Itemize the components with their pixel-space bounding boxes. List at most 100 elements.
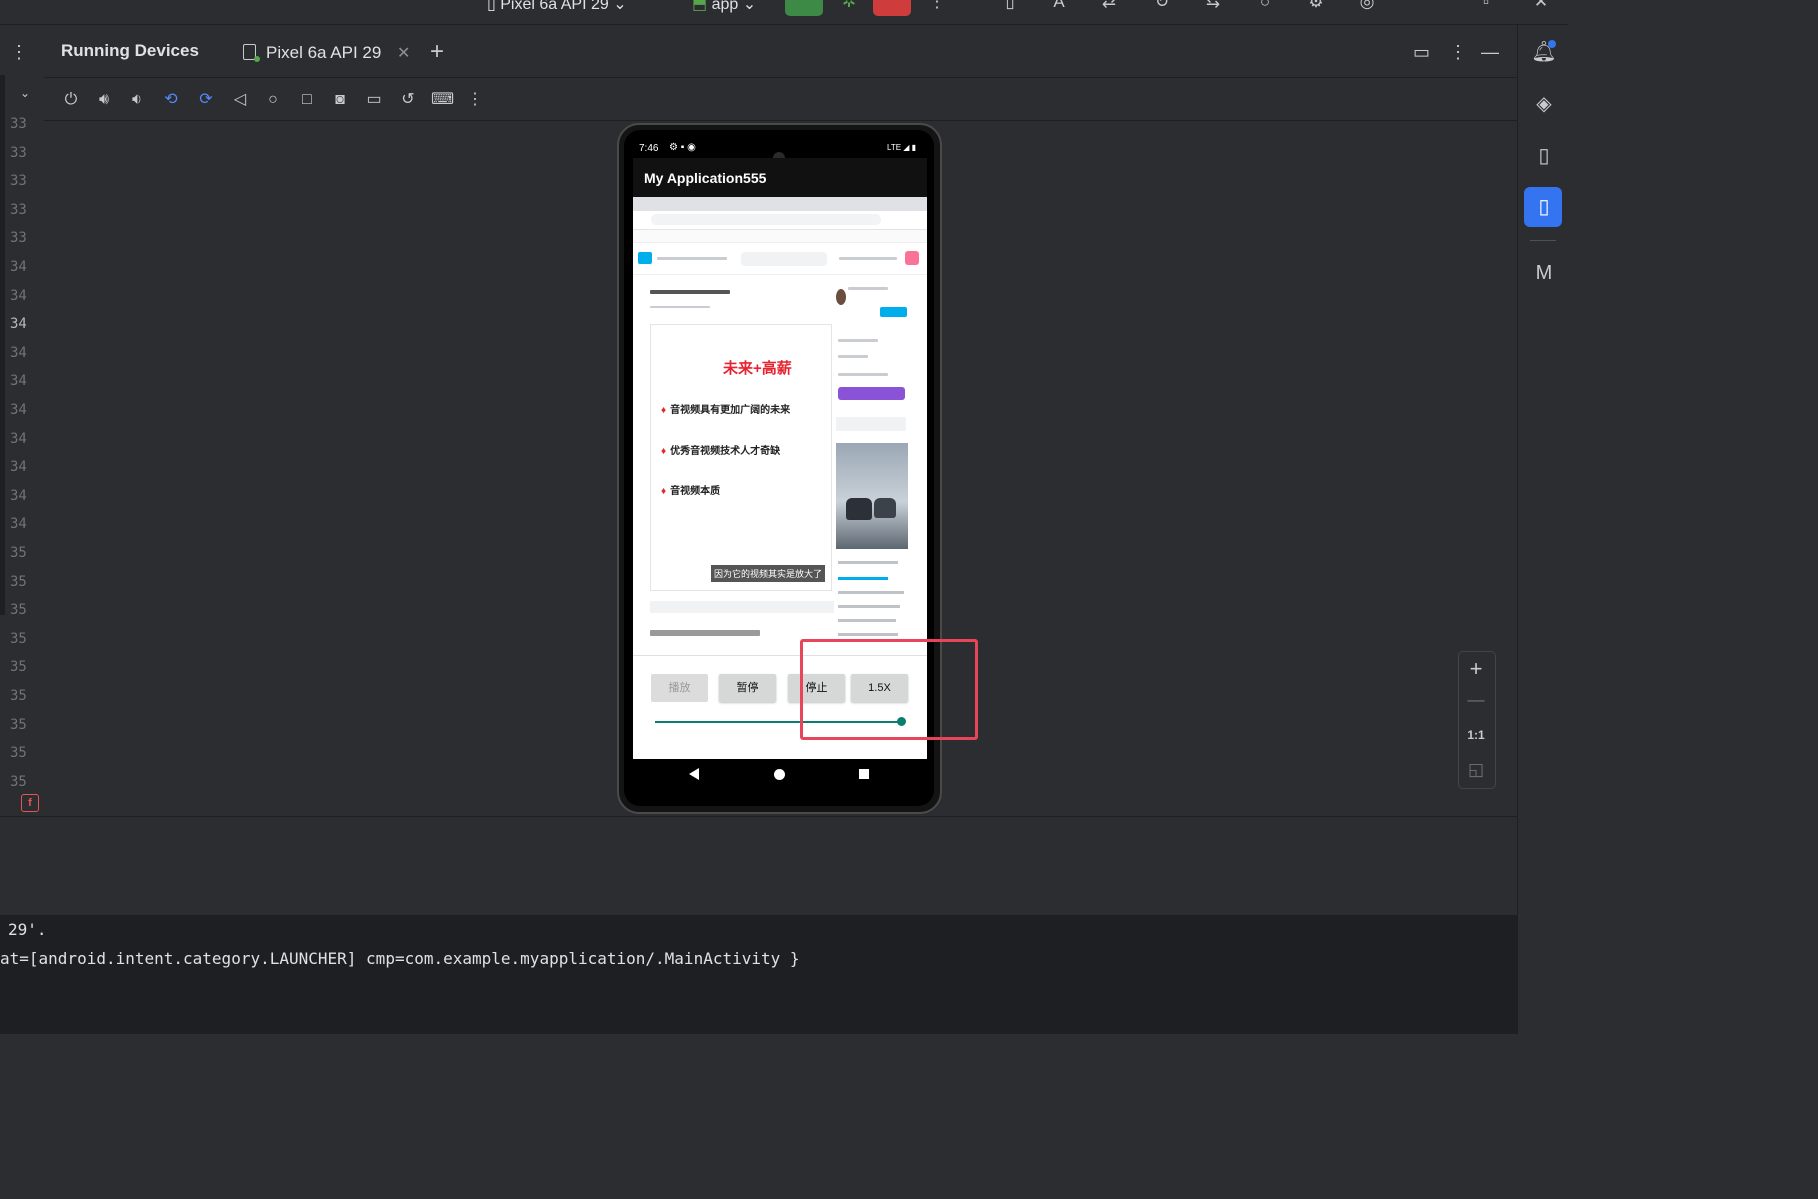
panel-more-icon[interactable]: ⋮: [1449, 42, 1467, 63]
video-surface[interactable]: 未来+高薪 ♦ 音视频具有更加广阔的未来 ♦ 优秀音视频技术人才奇缺 ♦ 音视频本质 …: [633, 197, 927, 655]
slide-bullet: ♦ 音视频本质: [661, 486, 721, 497]
bookmarks-bar: [633, 230, 927, 243]
sync-icon[interactable]: ⇄: [1098, 0, 1120, 14]
pause-button[interactable]: 暂停: [719, 674, 776, 702]
search-icon[interactable]: ○: [1254, 0, 1276, 14]
rotate-right-icon[interactable]: ⟳: [196, 90, 216, 110]
app-title: My Application555: [644, 170, 767, 186]
uploader-name: [848, 287, 888, 290]
settings-icon[interactable]: ⚙: [1305, 0, 1327, 14]
video-heading: [650, 290, 730, 294]
apply-changes-icon[interactable]: ⇆: [1202, 0, 1224, 14]
screenshot-icon[interactable]: ◙: [330, 90, 350, 110]
rotate-left-icon[interactable]: ⟲: [161, 90, 181, 110]
right-tool-rail: [1517, 25, 1569, 1034]
device-explorer-icon[interactable]: ▯: [1531, 143, 1557, 169]
power-icon[interactable]: ⏻: [61, 90, 81, 110]
run-console[interactable]: 29'. at=[android.intent.category.LAUNCHE…: [0, 915, 1517, 1034]
stop-button[interactable]: [873, 0, 911, 16]
nav-recents-icon[interactable]: [859, 769, 869, 779]
volume-down-icon[interactable]: 🔉︎: [127, 90, 147, 110]
line-number: 34: [10, 402, 27, 418]
video-action-bar: [650, 630, 760, 636]
sidebar-text: [838, 339, 878, 342]
overview-icon[interactable]: □: [297, 90, 317, 110]
slide-title: 未来+高薪: [723, 360, 792, 377]
device-manager-icon[interactable]: ▯: [999, 0, 1021, 14]
sidebar-dropdown: [836, 417, 906, 431]
back-icon[interactable]: ◁: [230, 90, 250, 110]
site-user-links: [839, 257, 897, 260]
gemini-icon[interactable]: ◈: [1531, 91, 1557, 117]
screen-record-icon[interactable]: ▭: [364, 90, 384, 110]
options-menu-icon[interactable]: ⋮: [10, 42, 28, 63]
sidebar-text: [838, 355, 868, 358]
bottom-panel: [0, 816, 1517, 916]
highlight-box: [800, 639, 978, 740]
line-number: 34: [10, 430, 27, 447]
line-number: 33: [10, 201, 27, 218]
zoom-fit-icon[interactable]: ◱: [1466, 760, 1486, 780]
play-button[interactable]: 播放: [651, 674, 708, 702]
gutter-strip: [0, 75, 5, 615]
browser-tab-strip: [633, 197, 927, 211]
nav-home-icon[interactable]: [774, 769, 785, 780]
gradle-m-icon[interactable]: M: [1531, 260, 1557, 286]
car-shape: [846, 498, 872, 520]
home-icon[interactable]: ○: [263, 90, 283, 110]
android-icon: ⬒: [692, 0, 712, 13]
close-tab-icon[interactable]: ✕: [397, 43, 410, 63]
ad-car-image: [836, 443, 908, 549]
keyboard-icon[interactable]: ⌨: [431, 90, 454, 110]
url-box: [651, 214, 881, 225]
danmaku-bar: [650, 601, 835, 613]
running-indicator-icon: [254, 56, 260, 62]
line-number: 34: [10, 287, 27, 304]
zoom-in-icon[interactable]: +: [1466, 656, 1486, 682]
nav-back-icon[interactable]: [689, 768, 699, 780]
account-icon[interactable]: ◎: [1356, 0, 1378, 14]
line-number: 35: [10, 602, 27, 619]
site-search-box: [741, 252, 827, 266]
line-number: 35: [10, 659, 27, 676]
line-number: 33: [10, 144, 27, 161]
playlist-line: [838, 577, 888, 580]
running-devices-icon[interactable]: ▯: [1531, 194, 1557, 220]
bullet-icon: ♦: [661, 405, 667, 416]
slide-bullet: ♦ 音视频具有更加广阔的未来: [661, 405, 791, 416]
chevron-down-icon[interactable]: ⌄: [20, 86, 30, 100]
debug-icon[interactable]: ✲: [838, 0, 860, 14]
run-config-selector[interactable]: ⬒ app ⌄: [692, 0, 756, 14]
chevron-down-icon: ⌄: [738, 0, 757, 13]
line-number: 35: [10, 773, 27, 790]
add-device-icon[interactable]: +: [430, 38, 444, 66]
window-layout-icon[interactable]: ▭: [1413, 42, 1430, 63]
more-icon[interactable]: ⋮: [926, 0, 948, 14]
restore-window-icon[interactable]: ▫: [1475, 0, 1497, 14]
line-number: 33: [10, 230, 27, 247]
zoom-actual-size[interactable]: 1:1: [1466, 728, 1486, 742]
playlist-line: [838, 591, 904, 594]
error-badge-icon[interactable]: f: [21, 794, 39, 812]
zoom-out-icon[interactable]: —: [1466, 690, 1486, 710]
line-number: 35: [10, 745, 27, 762]
run-button[interactable]: [785, 0, 823, 16]
slide-bullet: ♦ 优秀音视频技术人才奇缺: [661, 446, 781, 457]
site-logo-icon: [638, 252, 652, 264]
refresh-icon[interactable]: ↻: [1151, 0, 1173, 14]
sidebar-text: [838, 373, 888, 376]
chevron-down-icon: ⌄: [608, 0, 627, 13]
device-icon: ▯: [487, 0, 501, 13]
toolbar-more-icon[interactable]: ⋮: [465, 90, 485, 110]
panel-title: Running Devices: [61, 41, 199, 60]
video-subtitle: 因为它的视频其实是放大了: [711, 565, 826, 582]
tab-device-label: Pixel 6a API 29: [266, 43, 382, 62]
translate-icon[interactable]: A: [1048, 0, 1070, 14]
bullet-icon: ♦: [661, 446, 667, 457]
line-number: 34: [10, 487, 27, 504]
reset-icon[interactable]: ↺: [398, 90, 418, 110]
device-selector[interactable]: ▯ Pixel 6a API 29 ⌄: [487, 0, 627, 14]
minimize-panel-icon[interactable]: —: [1481, 42, 1499, 63]
volume-up-icon[interactable]: 🔊︎: [94, 90, 114, 110]
close-window-icon[interactable]: ✕: [1530, 0, 1552, 14]
